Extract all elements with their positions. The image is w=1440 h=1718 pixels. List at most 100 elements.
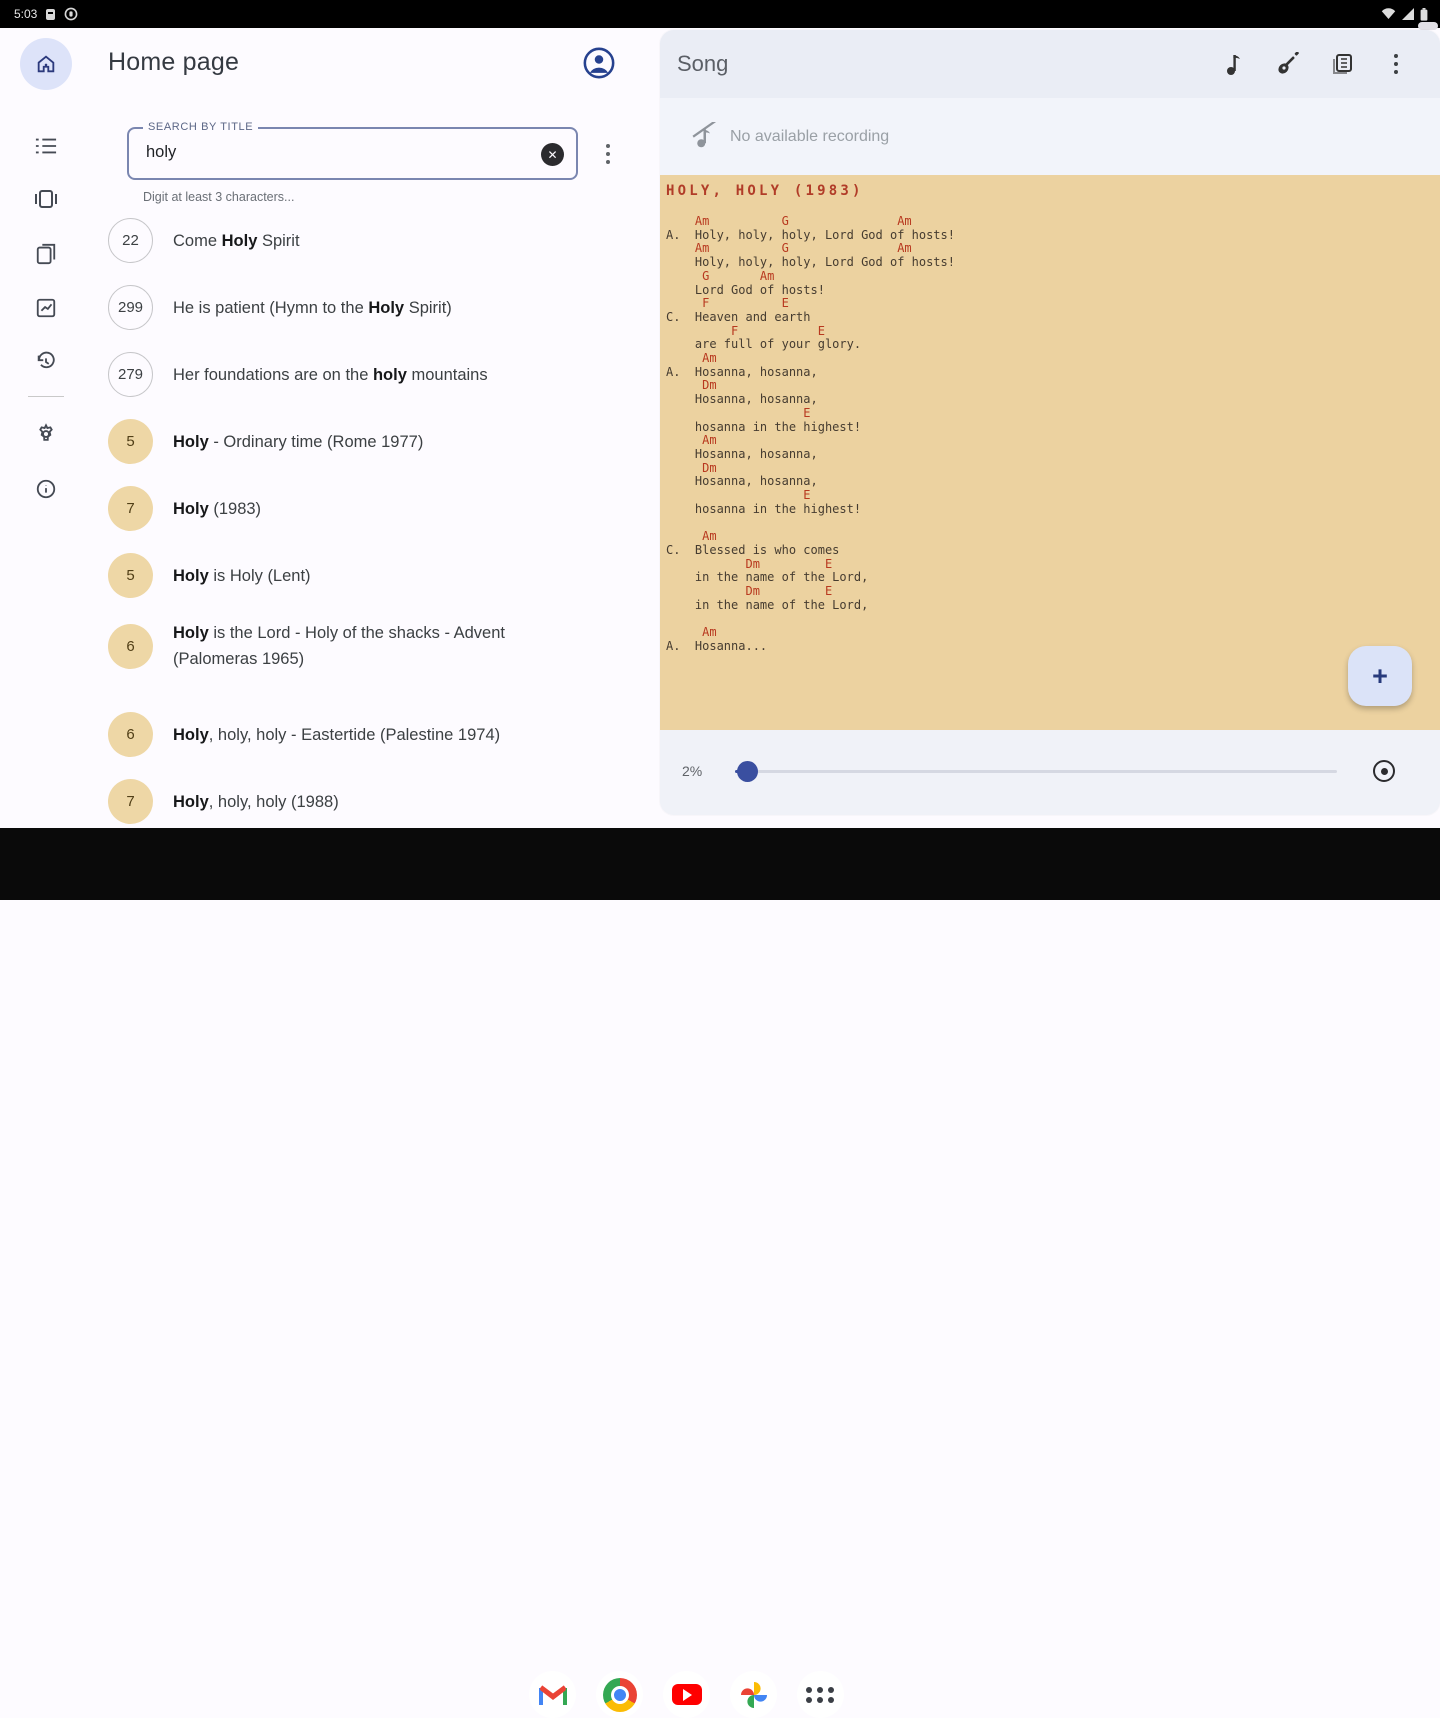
- search-options-button[interactable]: [601, 140, 615, 168]
- lyric-line: in the name of the Lord,: [666, 571, 955, 585]
- blank-line: [666, 516, 955, 530]
- nav-rail: [18, 28, 74, 828]
- song-number-badge: 6: [108, 624, 153, 669]
- song-result-row[interactable]: 279Her foundations are on the holy mount…: [108, 352, 660, 397]
- song-result-row[interactable]: 6 Holy is the Lord - Holy of the shacks -…: [108, 620, 660, 672]
- nav-editor-button[interactable]: [18, 282, 74, 334]
- song-overflow-menu-button[interactable]: [1382, 50, 1410, 78]
- scrollbar[interactable]: [1418, 22, 1438, 30]
- song-result-title: Holy, holy, holy - Eastertide (Palestine…: [173, 722, 500, 748]
- rail-divider: [28, 396, 64, 397]
- record-dot-icon: [1381, 768, 1388, 775]
- lyric-line: C. Heaven and earth: [666, 311, 955, 325]
- nav-settings-button[interactable]: [18, 408, 74, 460]
- wifi-icon: [1381, 8, 1396, 20]
- song-number-badge: 299: [108, 285, 153, 330]
- song-number-badge: 5: [108, 419, 153, 464]
- chord-line: Dm E: [666, 558, 955, 572]
- search-field-label: SEARCH BY TITLE: [143, 121, 258, 133]
- gmail-app-icon[interactable]: [529, 1671, 576, 1718]
- app-grid-icon: [806, 1687, 835, 1703]
- lyric-line: in the name of the Lord,: [666, 599, 955, 613]
- copy-sheet-button[interactable]: [1328, 50, 1356, 78]
- nav-home-button[interactable]: [20, 38, 72, 90]
- search-field[interactable]: SEARCH BY TITLE holy ✕: [127, 127, 578, 180]
- song-result-row[interactable]: 299He is patient (Hymn to the Holy Spiri…: [108, 285, 660, 330]
- photos-app-icon[interactable]: [730, 1671, 777, 1718]
- lyric-line: hosanna in the highest!: [666, 503, 955, 517]
- chord-line: Am G Am: [666, 242, 955, 256]
- song-number-badge: 7: [108, 486, 153, 531]
- battery-icon: [1420, 8, 1428, 21]
- lyric-line: A. Hosanna, hosanna,: [666, 366, 955, 380]
- song-result-row[interactable]: 22Come Holy Spirit: [108, 218, 660, 263]
- song-result-row[interactable]: 5Holy - Ordinary time (Rome 1977): [108, 419, 660, 464]
- lyric-line: hosanna in the highest!: [666, 421, 955, 435]
- all-apps-button[interactable]: [797, 1671, 844, 1718]
- gear-icon: [35, 423, 57, 445]
- chord-line: Am: [666, 626, 955, 640]
- zoom-slider-thumb[interactable]: [737, 761, 758, 782]
- status-time: 5:03: [14, 7, 37, 21]
- search-input[interactable]: holy: [146, 143, 176, 162]
- transpose-note-button[interactable]: [1220, 50, 1248, 78]
- recording-status-text: No available recording: [730, 128, 889, 146]
- sheet-song-title: HOLY, HOLY (1983): [666, 183, 864, 199]
- chords-guitar-button[interactable]: [1274, 50, 1302, 78]
- add-button[interactable]: +: [1348, 646, 1412, 706]
- lyric-line: are full of your glory.: [666, 338, 955, 352]
- song-result-title: Come Holy Spirit: [173, 228, 300, 254]
- chord-line: F E: [666, 297, 955, 311]
- copy-icon: [1330, 52, 1354, 76]
- chord-line: Am G Am: [666, 215, 955, 229]
- lyric-line: Lord God of hosts!: [666, 284, 955, 298]
- recording-row: No available recording: [660, 98, 1440, 175]
- taskbar: [0, 828, 1440, 900]
- chord-sheet: HOLY, HOLY (1983) Am G AmA. Holy, holy, …: [660, 175, 1440, 730]
- nav-presentation-button[interactable]: [18, 173, 74, 225]
- notification-icon: [45, 8, 56, 21]
- lyric-line: Hosanna, hosanna,: [666, 448, 955, 462]
- chord-line: Am: [666, 434, 955, 448]
- status-bar: 5:03: [0, 0, 1440, 28]
- nav-info-button[interactable]: [18, 463, 74, 515]
- account-button[interactable]: [582, 46, 616, 80]
- nav-books-button[interactable]: [18, 228, 74, 280]
- nav-history-button[interactable]: [18, 336, 74, 388]
- carousel-icon: [34, 188, 58, 210]
- song-result-row[interactable]: 5Holy is Holy (Lent): [108, 553, 660, 598]
- lyric-line: Hosanna, hosanna,: [666, 393, 955, 407]
- song-panel-title: Song: [677, 51, 728, 77]
- blank-line: [666, 612, 955, 626]
- chord-line: G Am: [666, 270, 955, 284]
- song-result-title: Holy, holy, holy (1988): [173, 789, 339, 815]
- song-panel: Song No available recording HOLY, HOLY (…: [660, 30, 1440, 815]
- lyric-line: Holy, holy, holy, Lord God of hosts!: [666, 256, 955, 270]
- chord-line: Dm E: [666, 585, 955, 599]
- clear-search-button[interactable]: ✕: [541, 143, 564, 166]
- music-note-icon: [1224, 52, 1244, 76]
- song-result-row[interactable]: 7Holy, holy, holy (1988): [108, 779, 660, 824]
- zoom-percent-label: 2%: [682, 763, 702, 779]
- zoom-bar: 2%: [660, 730, 1440, 815]
- sheet-body: Am G AmA. Holy, holy, holy, Lord God of …: [666, 215, 955, 654]
- search-helper-text: Digit at least 3 characters...: [143, 190, 294, 204]
- song-result-row[interactable]: 6 Holy, holy, holy - Eastertide (Palestin…: [108, 712, 660, 757]
- song-result-row[interactable]: 7Holy (1983): [108, 486, 660, 531]
- info-icon: [35, 478, 57, 500]
- account-circle-icon: [582, 46, 616, 80]
- signal-icon: [1401, 8, 1415, 20]
- chord-line: Dm: [666, 462, 955, 476]
- lyric-line: A. Hosanna...: [666, 640, 955, 654]
- youtube-app-icon[interactable]: [663, 1671, 710, 1718]
- song-number-badge: 6: [108, 712, 153, 757]
- auto-scroll-button[interactable]: [1373, 760, 1395, 782]
- nav-index-button[interactable]: [18, 120, 74, 172]
- chrome-app-icon[interactable]: [596, 1671, 643, 1718]
- lyric-line: A. Holy, holy, holy, Lord God of hosts!: [666, 229, 955, 243]
- song-number-badge: 279: [108, 352, 153, 397]
- zoom-slider-track[interactable]: [735, 770, 1337, 773]
- song-result-title: Holy is Holy (Lent): [173, 563, 311, 589]
- guitar-icon: [1276, 52, 1300, 76]
- song-result-title: Holy is the Lord - Holy of the shacks - …: [173, 620, 573, 672]
